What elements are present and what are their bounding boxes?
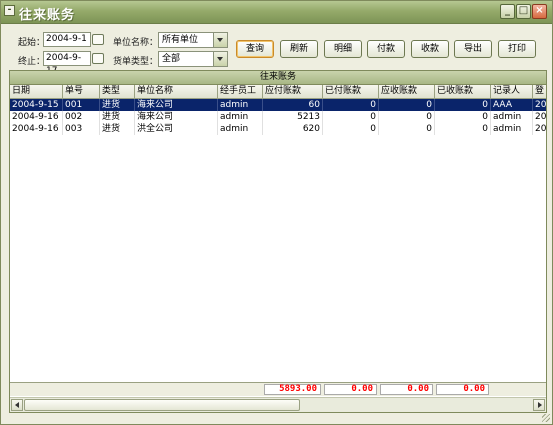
horizontal-scrollbar[interactable] <box>10 397 546 412</box>
cell-unit-name: 海来公司 <box>135 99 218 111</box>
cell-received: 0 <box>435 123 491 135</box>
cell-unit-name: 海来公司 <box>135 111 218 123</box>
unit-name-label: 单位名称： <box>113 38 159 48</box>
cell-unit-name: 洪全公司 <box>135 123 218 135</box>
cell-handler: admin <box>218 99 263 111</box>
doc-type-label: 货单类型： <box>113 57 159 67</box>
cell-recorder: admin <box>491 123 533 135</box>
column-header-payable[interactable]: 应付账款 <box>263 85 323 98</box>
cell-order-no: 003 <box>63 123 100 135</box>
table-row[interactable]: 2004-9-15 001 进货 海来公司 admin 60 0 0 0 AAA… <box>10 99 546 111</box>
start-date-picker-button[interactable] <box>92 34 104 45</box>
doc-type-value: 全部 <box>162 54 181 64</box>
column-header-paid[interactable]: 已付账款 <box>323 85 379 98</box>
total-paid: 0.00 <box>324 384 377 395</box>
account-window: - 往来账务 _ □ × 起始： 2004-9-1 终止： 2004-9-17 … <box>0 0 553 425</box>
column-header-receivable[interactable]: 应收账款 <box>379 85 435 98</box>
end-date-label: 终止： <box>18 57 46 67</box>
scroll-left-icon[interactable] <box>11 399 23 411</box>
cell-recorder: admin <box>491 111 533 123</box>
pay-button[interactable]: 付款 <box>367 40 405 58</box>
maximize-button[interactable]: □ <box>516 4 531 19</box>
cell-type: 进货 <box>100 111 135 123</box>
grid-title: 往来账务 <box>10 71 546 85</box>
cell-received: 0 <box>435 111 491 123</box>
resize-grip-icon[interactable] <box>542 414 550 422</box>
window-title: 往来账务 <box>19 8 76 23</box>
chevron-down-icon[interactable] <box>213 52 227 66</box>
cell-date: 2004-9-16 <box>10 111 63 123</box>
scroll-right-icon[interactable] <box>533 399 545 411</box>
cell-order-no: 001 <box>63 99 100 111</box>
cell-paid: 0 <box>323 123 379 135</box>
end-date-input[interactable]: 2004-9-17 <box>43 51 91 76</box>
cell-handler: admin <box>218 123 263 135</box>
doc-type-select[interactable]: 全部 <box>158 51 228 67</box>
unit-name-value: 所有单位 <box>162 35 199 45</box>
column-header-handler[interactable]: 经手员工 <box>218 85 263 98</box>
start-date-input[interactable]: 2004-9-1 <box>43 32 91 47</box>
cell-received: 0 <box>435 99 491 111</box>
table-row[interactable]: 2004-9-16 002 进货 海来公司 admin 5213 0 0 0 a… <box>10 111 546 123</box>
cell-login: 200 <box>533 99 546 111</box>
cell-receivable: 0 <box>379 123 435 135</box>
export-button[interactable]: 导出 <box>454 40 492 58</box>
column-header-login[interactable]: 登 <box>533 85 546 98</box>
account-grid: 往来账务 日期 单号 类型 单位名称 经手员工 应付账款 已付账款 应收账款 已… <box>9 70 547 413</box>
end-date-picker-button[interactable] <box>92 53 104 64</box>
column-header-type[interactable]: 类型 <box>100 85 135 98</box>
cell-paid: 0 <box>323 111 379 123</box>
column-header-order-no[interactable]: 单号 <box>63 85 100 98</box>
table-row[interactable]: 2004-9-16 003 进货 洪全公司 admin 620 0 0 0 ad… <box>10 123 546 135</box>
cell-payable: 5213 <box>263 111 323 123</box>
cell-paid: 0 <box>323 99 379 111</box>
scrollbar-thumb[interactable] <box>24 399 300 411</box>
cell-payable: 620 <box>263 123 323 135</box>
chevron-down-icon[interactable] <box>213 33 227 47</box>
cell-login: 200 <box>533 111 546 123</box>
column-header-date[interactable]: 日期 <box>10 85 63 98</box>
total-payable: 5893.00 <box>264 384 321 395</box>
title-bar[interactable]: - 往来账务 _ □ × <box>1 1 552 24</box>
receive-button[interactable]: 收款 <box>411 40 449 58</box>
minimize-button[interactable]: _ <box>500 4 515 19</box>
cell-login: 200 <box>533 123 546 135</box>
detail-button[interactable]: 明细 <box>324 40 362 58</box>
column-header-unit-name[interactable]: 单位名称 <box>135 85 218 98</box>
start-date-label: 起始： <box>18 38 46 48</box>
grid-header: 日期 单号 类型 单位名称 经手员工 应付账款 已付账款 应收账款 已收账款 记… <box>10 85 546 99</box>
cell-payable: 60 <box>263 99 323 111</box>
cell-order-no: 002 <box>63 111 100 123</box>
cell-date: 2004-9-16 <box>10 123 63 135</box>
print-button[interactable]: 打印 <box>498 40 536 58</box>
cell-recorder: AAA <box>491 99 533 111</box>
cell-type: 进货 <box>100 99 135 111</box>
close-button[interactable]: × <box>532 4 547 19</box>
cell-date: 2004-9-15 <box>10 99 63 111</box>
grid-totals-footer: 5893.00 0.00 0.00 0.00 <box>10 382 546 396</box>
cell-type: 进货 <box>100 123 135 135</box>
total-received: 0.00 <box>436 384 489 395</box>
column-header-recorder[interactable]: 记录人 <box>491 85 533 98</box>
cell-receivable: 0 <box>379 99 435 111</box>
column-header-received[interactable]: 已收账款 <box>435 85 491 98</box>
unit-name-select[interactable]: 所有单位 <box>158 32 228 48</box>
query-button[interactable]: 查询 <box>236 40 274 58</box>
refresh-button[interactable]: 刷新 <box>280 40 318 58</box>
cell-handler: admin <box>218 111 263 123</box>
window-menu-icon[interactable]: - <box>4 5 15 16</box>
cell-receivable: 0 <box>379 111 435 123</box>
total-receivable: 0.00 <box>380 384 433 395</box>
